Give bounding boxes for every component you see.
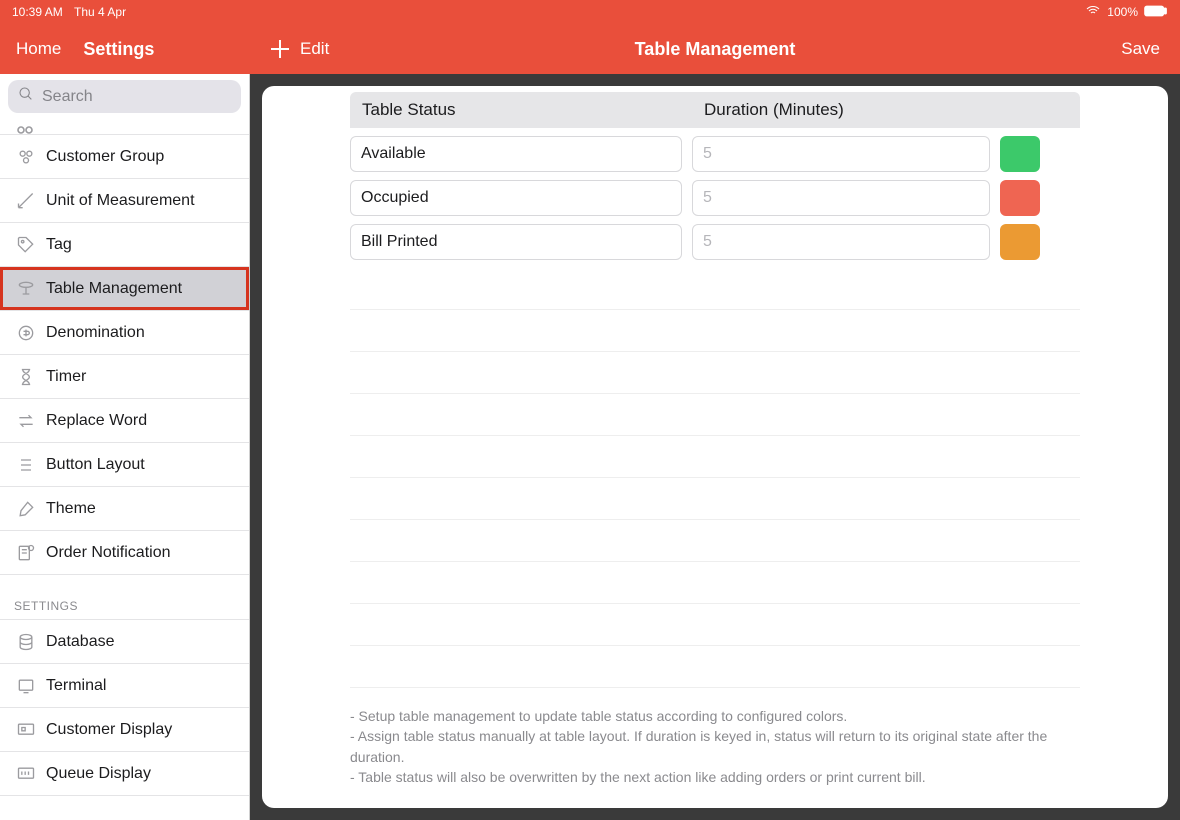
sidebar-item-label: Order Notification bbox=[46, 544, 171, 562]
search-input[interactable] bbox=[42, 88, 231, 106]
content-area: Table Status Duration (Minutes) bbox=[250, 74, 1180, 820]
sidebar-item-table-management[interactable]: Table Management bbox=[0, 267, 249, 311]
list-icon bbox=[12, 455, 40, 475]
duration-input[interactable] bbox=[692, 136, 990, 172]
sidebar-item-label: Theme bbox=[46, 500, 96, 518]
sidebar-item-label: Queue Display bbox=[46, 765, 151, 783]
battery-percent: 100% bbox=[1107, 5, 1138, 19]
sidebar-item-label: Unit of Measurement bbox=[46, 192, 195, 210]
sidebar-item-replace-word[interactable]: Replace Word bbox=[0, 399, 249, 443]
terminal-icon bbox=[12, 676, 40, 696]
sidebar-item-order-notification[interactable]: Order Notification bbox=[0, 531, 249, 575]
status-input[interactable] bbox=[350, 136, 682, 172]
sidebar-item-database[interactable]: Database bbox=[0, 620, 249, 664]
col-duration: Duration (Minutes) bbox=[692, 92, 992, 128]
edit-label: Edit bbox=[300, 39, 329, 59]
save-button[interactable]: Save bbox=[1121, 39, 1160, 59]
status-time: 10:39 AM bbox=[12, 5, 63, 19]
sidebar-item-label: Database bbox=[46, 633, 115, 651]
sidebar-item-label: Table Management bbox=[46, 280, 182, 298]
receipt-bell-icon bbox=[12, 543, 40, 563]
table-row bbox=[350, 136, 1080, 172]
panel-scroll[interactable]: Table Status Duration (Minutes) bbox=[262, 86, 1168, 808]
sidebar-item-label: Customer Group bbox=[46, 148, 164, 166]
tag-icon bbox=[12, 235, 40, 255]
status-bar: 10:39 AM Thu 4 Apr 100% bbox=[0, 0, 1180, 24]
status-left: 10:39 AM Thu 4 Apr bbox=[12, 5, 126, 19]
section-header-settings: SETTINGS bbox=[0, 575, 249, 620]
money-icon bbox=[12, 323, 40, 343]
help-text: - Setup table management to update table… bbox=[262, 688, 1168, 807]
plus-icon bbox=[270, 39, 290, 59]
help-line: - Setup table management to update table… bbox=[350, 706, 1080, 726]
header-main: Edit Table Management Save bbox=[250, 39, 1180, 59]
ruler-icon bbox=[12, 191, 40, 211]
table-row bbox=[350, 224, 1080, 260]
sidebar-item-label: Button Layout bbox=[46, 456, 145, 474]
app-body: Customer Group Unit of Measurement Tag T… bbox=[0, 74, 1180, 820]
hourglass-icon bbox=[12, 367, 40, 387]
sidebar-item-customer-display[interactable]: Customer Display bbox=[0, 708, 249, 752]
sidebar-item-tag[interactable]: Tag bbox=[0, 223, 249, 267]
app-header: Home Settings Edit Table Management Save bbox=[0, 24, 1180, 74]
sidebar-item-label: Replace Word bbox=[46, 412, 147, 430]
queue-icon bbox=[12, 764, 40, 784]
color-swatch[interactable] bbox=[1000, 224, 1040, 260]
sidebar-item-label: Customer Display bbox=[46, 721, 172, 739]
table-row bbox=[350, 180, 1080, 216]
col-status: Table Status bbox=[350, 92, 692, 128]
duration-input[interactable] bbox=[692, 224, 990, 260]
database-icon bbox=[12, 632, 40, 652]
status-input[interactable] bbox=[350, 224, 682, 260]
search-icon bbox=[18, 86, 34, 107]
sidebar-item-label: Tag bbox=[46, 236, 72, 254]
status-right: 100% bbox=[1085, 3, 1168, 22]
page-title: Table Management bbox=[635, 39, 796, 60]
status-table: Table Status Duration (Minutes) bbox=[262, 92, 1168, 688]
empty-rows bbox=[350, 268, 1080, 688]
duration-input[interactable] bbox=[692, 180, 990, 216]
sidebar-item-label: Timer bbox=[46, 368, 86, 386]
sidebar-item-label: Terminal bbox=[46, 677, 106, 695]
color-swatch[interactable] bbox=[1000, 136, 1040, 172]
brush-icon bbox=[12, 499, 40, 519]
sidebar-item-timer[interactable]: Timer bbox=[0, 355, 249, 399]
color-swatch[interactable] bbox=[1000, 180, 1040, 216]
sidebar: Customer Group Unit of Measurement Tag T… bbox=[0, 74, 250, 820]
table-icon bbox=[12, 279, 40, 299]
content-panel: Table Status Duration (Minutes) bbox=[262, 86, 1168, 808]
sidebar-item-peek[interactable] bbox=[0, 119, 249, 135]
people-icon bbox=[12, 147, 40, 167]
sidebar-item-unit-of-measurement[interactable]: Unit of Measurement bbox=[0, 179, 249, 223]
display-icon bbox=[12, 720, 40, 740]
status-date: Thu 4 Apr bbox=[74, 5, 126, 19]
sidebar-item-button-layout[interactable]: Button Layout bbox=[0, 443, 249, 487]
sidebar-item-denomination[interactable]: Denomination bbox=[0, 311, 249, 355]
home-button[interactable]: Home bbox=[16, 39, 61, 59]
edit-button[interactable]: Edit bbox=[270, 39, 329, 59]
table-header: Table Status Duration (Minutes) bbox=[350, 92, 1080, 128]
search-wrap bbox=[0, 74, 249, 119]
header-left: Home Settings bbox=[0, 39, 250, 60]
sidebar-item-customer-group[interactable]: Customer Group bbox=[0, 135, 249, 179]
sidebar-list[interactable]: Customer Group Unit of Measurement Tag T… bbox=[0, 119, 249, 820]
help-line: - Table status will also be overwritten … bbox=[350, 767, 1080, 787]
sidebar-item-label: Denomination bbox=[46, 324, 145, 342]
wifi-icon bbox=[1085, 3, 1101, 22]
sidebar-item-queue-display[interactable]: Queue Display bbox=[0, 752, 249, 796]
search-field[interactable] bbox=[8, 80, 241, 113]
battery-icon bbox=[1144, 5, 1168, 20]
sidebar-item-theme[interactable]: Theme bbox=[0, 487, 249, 531]
help-line: - Assign table status manually at table … bbox=[350, 726, 1080, 767]
settings-title[interactable]: Settings bbox=[83, 39, 154, 60]
status-input[interactable] bbox=[350, 180, 682, 216]
sidebar-item-terminal[interactable]: Terminal bbox=[0, 664, 249, 708]
generic-icon bbox=[12, 126, 40, 134]
swap-icon bbox=[12, 411, 40, 431]
